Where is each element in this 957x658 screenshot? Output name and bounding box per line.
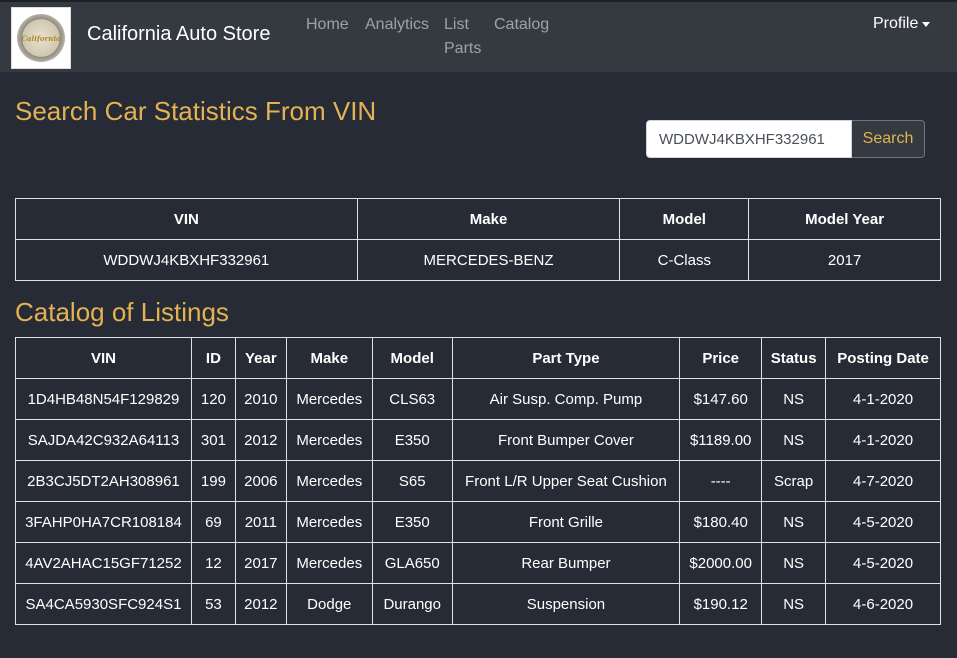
table-row: 4AV2AHAC15GF71252 12 2017 Mercedes GLA65… bbox=[15, 542, 941, 584]
table-cell: 4-5-2020 bbox=[825, 501, 941, 543]
table-cell: Front Bumper Cover bbox=[451, 419, 681, 461]
logo-text: California bbox=[21, 33, 61, 43]
table-cell: Mercedes bbox=[285, 378, 373, 420]
search-title: Search Car Statistics From VIN bbox=[15, 96, 377, 126]
table-cell: 4-6-2020 bbox=[825, 583, 941, 625]
table-cell: 4-5-2020 bbox=[825, 542, 941, 584]
table-row: WDDWJ4KBXHF332961 MERCEDES-BENZ C-Class … bbox=[15, 239, 941, 281]
column-header: Status bbox=[761, 337, 827, 379]
table-header-row: VIN ID Year Make Model Part Type Price S… bbox=[15, 337, 941, 379]
column-header: Model Year bbox=[748, 198, 941, 240]
nav-catalog[interactable]: Catalog bbox=[494, 13, 549, 37]
nav-analytics[interactable]: Analytics bbox=[365, 13, 429, 37]
table-cell: Air Susp. Comp. Pump bbox=[451, 378, 681, 420]
column-header: Posting Date bbox=[825, 337, 941, 379]
table-cell: Mercedes bbox=[285, 501, 373, 543]
column-header: Make bbox=[356, 198, 621, 240]
table-cell: 2012 bbox=[234, 419, 287, 461]
brand-name[interactable]: California Auto Store bbox=[87, 23, 270, 46]
logo-badge: California bbox=[17, 14, 65, 62]
table-cell: NS bbox=[761, 378, 827, 420]
table-cell: Suspension bbox=[451, 583, 681, 625]
table-cell: NS bbox=[761, 501, 827, 543]
table-cell: NS bbox=[761, 419, 827, 461]
table-cell: Scrap bbox=[761, 460, 827, 502]
table-cell: $190.12 bbox=[679, 583, 763, 625]
table-cell: SA4CA5930SFC924S1 bbox=[15, 583, 192, 625]
nav-home[interactable]: Home bbox=[306, 13, 349, 37]
column-header: Price bbox=[679, 337, 763, 379]
table-cell: 2011 bbox=[234, 501, 287, 543]
table-row: 1D4HB48N54F129829 120 2010 Mercedes CLS6… bbox=[15, 378, 941, 420]
search-button[interactable]: Search bbox=[852, 120, 925, 158]
table-header-row: VIN Make Model Model Year bbox=[15, 198, 941, 240]
vin-search-input[interactable] bbox=[646, 120, 852, 158]
column-header: VIN bbox=[15, 337, 192, 379]
vin-result-table: VIN Make Model Model Year WDDWJ4KBXHF332… bbox=[15, 198, 941, 281]
table-cell: 301 bbox=[190, 419, 236, 461]
search-form: Search bbox=[646, 120, 925, 158]
table-cell: NS bbox=[761, 583, 827, 625]
table-cell: MERCEDES-BENZ bbox=[356, 239, 621, 281]
table-row: SA4CA5930SFC924S1 53 2012 Dodge Durango … bbox=[15, 583, 941, 625]
table-cell: Durango bbox=[371, 583, 453, 625]
table-cell: 4-1-2020 bbox=[825, 378, 941, 420]
table-cell: Front Grille bbox=[451, 501, 681, 543]
table-cell: GLA650 bbox=[371, 542, 453, 584]
table-cell: 199 bbox=[190, 460, 236, 502]
table-cell: 2012 bbox=[234, 583, 287, 625]
table-cell: 2017 bbox=[234, 542, 287, 584]
table-cell: Mercedes bbox=[285, 542, 373, 584]
store-logo[interactable]: California bbox=[11, 7, 71, 69]
table-cell: 2006 bbox=[234, 460, 287, 502]
column-header: Year bbox=[234, 337, 287, 379]
table-cell: 53 bbox=[190, 583, 236, 625]
table-cell: 4-7-2020 bbox=[825, 460, 941, 502]
navbar: California California Auto Store Home An… bbox=[0, 0, 957, 72]
table-cell: Dodge bbox=[285, 583, 373, 625]
profile-label: Profile bbox=[873, 15, 919, 32]
table-cell: $1189.00 bbox=[679, 419, 763, 461]
table-cell: Front L/R Upper Seat Cushion bbox=[451, 460, 681, 502]
table-cell: S65 bbox=[371, 460, 453, 502]
table-cell: $2000.00 bbox=[679, 542, 763, 584]
table-cell: E350 bbox=[371, 419, 453, 461]
column-header: Make bbox=[285, 337, 373, 379]
table-row: 3FAHP0HA7CR108184 69 2011 Mercedes E350 … bbox=[15, 501, 941, 543]
table-cell: C-Class bbox=[619, 239, 750, 281]
table-cell: 2B3CJ5DT2AH308961 bbox=[15, 460, 192, 502]
caret-down-icon bbox=[922, 22, 931, 27]
column-header: ID bbox=[190, 337, 236, 379]
column-header: Part Type bbox=[451, 337, 681, 379]
catalog-table: VIN ID Year Make Model Part Type Price S… bbox=[15, 337, 941, 625]
table-cell: Mercedes bbox=[285, 460, 373, 502]
table-cell: $147.60 bbox=[679, 378, 763, 420]
table-cell: 120 bbox=[190, 378, 236, 420]
table-row: SAJDA42C932A64113 301 2012 Mercedes E350… bbox=[15, 419, 941, 461]
table-cell: 1D4HB48N54F129829 bbox=[15, 378, 192, 420]
nav-list-parts[interactable]: List Parts bbox=[444, 13, 484, 61]
table-cell: 2017 bbox=[748, 239, 941, 281]
table-cell: Mercedes bbox=[285, 419, 373, 461]
table-cell: Rear Bumper bbox=[451, 542, 681, 584]
table-cell: NS bbox=[761, 542, 827, 584]
column-header: Model bbox=[619, 198, 750, 240]
table-cell: 69 bbox=[190, 501, 236, 543]
table-cell: 2010 bbox=[234, 378, 287, 420]
table-row: 2B3CJ5DT2AH308961 199 2006 Mercedes S65 … bbox=[15, 460, 941, 502]
table-cell: 4-1-2020 bbox=[825, 419, 941, 461]
table-cell: $180.40 bbox=[679, 501, 763, 543]
table-cell: 3FAHP0HA7CR108184 bbox=[15, 501, 192, 543]
catalog-title: Catalog of Listings bbox=[15, 297, 229, 327]
profile-dropdown[interactable]: Profile bbox=[873, 12, 931, 36]
table-cell: 4AV2AHAC15GF71252 bbox=[15, 542, 192, 584]
table-cell: ---- bbox=[679, 460, 763, 502]
table-cell: SAJDA42C932A64113 bbox=[15, 419, 192, 461]
table-cell: E350 bbox=[371, 501, 453, 543]
column-header: VIN bbox=[15, 198, 358, 240]
table-cell: WDDWJ4KBXHF332961 bbox=[15, 239, 358, 281]
table-cell: 12 bbox=[190, 542, 236, 584]
column-header: Model bbox=[371, 337, 453, 379]
table-cell: CLS63 bbox=[371, 378, 453, 420]
